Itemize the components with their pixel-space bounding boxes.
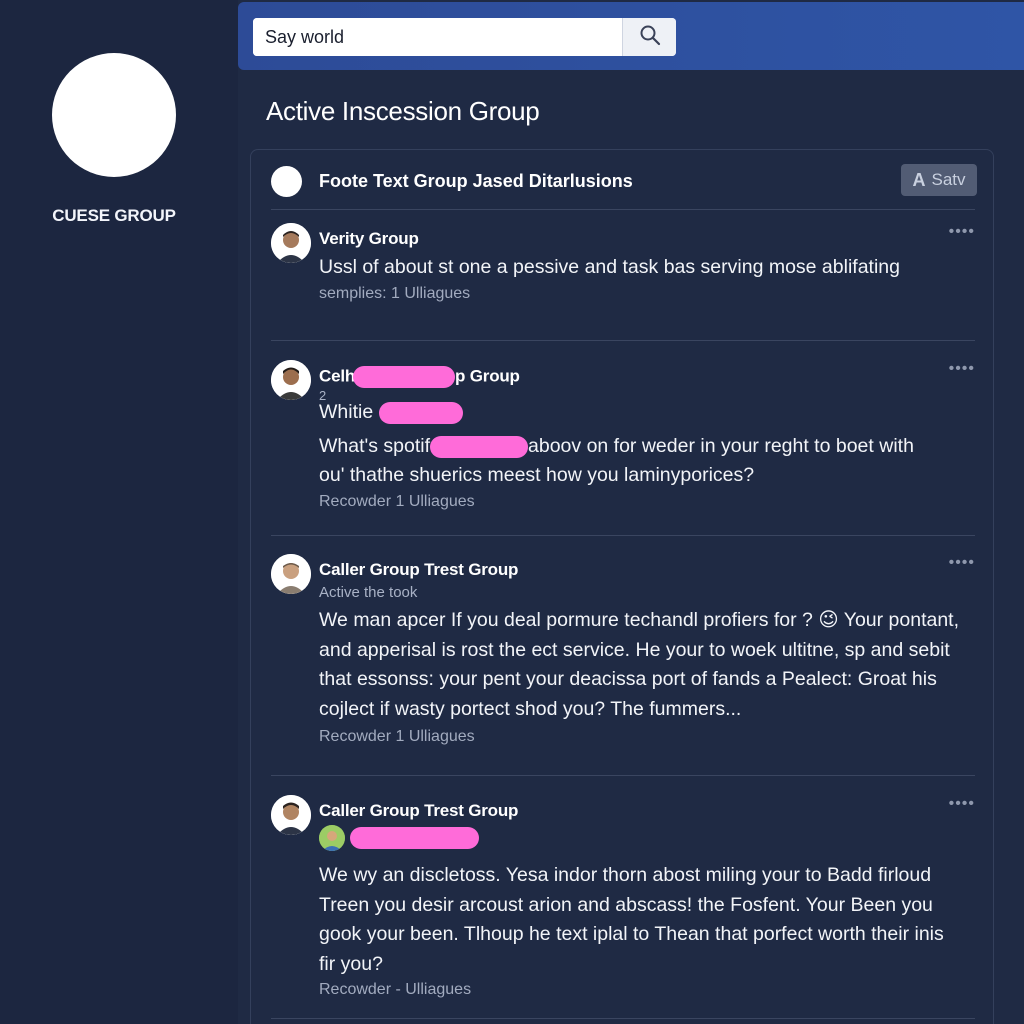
- post-body: Ussl of about st one a pessive and task …: [319, 256, 900, 278]
- avatar[interactable]: [271, 360, 311, 400]
- post-body-mid: aboov on for weder in your reght to boet…: [528, 435, 914, 457]
- sidebar: CUESE GROUP: [0, 0, 238, 1024]
- post: Verity Group •••• Ussl of about st one a…: [271, 223, 975, 333]
- save-button-label: Satv: [931, 170, 966, 189]
- top-bar: [238, 2, 1024, 70]
- post-body: We man apcer If you deal pormure techand…: [319, 606, 969, 724]
- avatar[interactable]: [271, 554, 311, 594]
- more-options-icon[interactable]: ••••: [949, 223, 975, 241]
- post-author[interactable]: Caller Group Trest Group: [319, 560, 518, 580]
- avatar[interactable]: [271, 223, 311, 263]
- feed-panel: Foote Text Group Jased Ditarlusions A Sa…: [250, 149, 994, 1024]
- search-icon: [639, 24, 661, 51]
- post-author[interactable]: Caller Group Trest Group: [319, 801, 518, 821]
- panel-avatar: [271, 166, 302, 197]
- more-options-icon[interactable]: ••••: [949, 554, 975, 572]
- post: Celh p Group •••• 2 Whitie What's spotif a…: [271, 360, 975, 530]
- divider: [271, 775, 975, 776]
- group-avatar[interactable]: [52, 53, 176, 177]
- post-author-end: p Group: [455, 366, 520, 386]
- post-meta: Recowder 1 Ulliagues: [319, 493, 475, 510]
- avatar[interactable]: [271, 795, 311, 835]
- redaction-bar: [378, 401, 463, 424]
- search-input[interactable]: [253, 18, 622, 56]
- redaction-bar: [430, 435, 529, 458]
- page-title: Active Inscession Group: [266, 96, 540, 126]
- post-sub-label: Whitie: [319, 401, 374, 423]
- post-author-start: Celh: [319, 366, 356, 386]
- text-format-icon: A: [912, 169, 926, 190]
- post-body-start: We man apcer If you deal pormure techand…: [319, 609, 813, 631]
- divider: [271, 535, 975, 536]
- divider: [271, 209, 975, 210]
- redaction-bar: [350, 827, 479, 849]
- more-options-icon[interactable]: ••••: [949, 360, 975, 378]
- more-options-icon[interactable]: ••••: [949, 795, 975, 813]
- post-body-start: What's spotif: [319, 435, 431, 457]
- save-button[interactable]: A Satv: [901, 164, 977, 196]
- post-body: What's spotif aboov on for weder in your …: [319, 432, 969, 462]
- post-meta: semplies: 1 Ulliagues: [319, 285, 471, 302]
- divider: [271, 1018, 975, 1019]
- post-meta: Recowder - Ulliagues: [319, 981, 472, 998]
- post-body: We wy an discletoss. Yesa indor thorn ab…: [319, 864, 944, 975]
- divider: [271, 340, 975, 341]
- post-author[interactable]: Verity Group: [319, 229, 419, 249]
- redaction-bar: [353, 366, 456, 388]
- mini-avatar[interactable]: [319, 825, 345, 851]
- post: Caller Group Trest Group •••• Active the…: [271, 554, 975, 754]
- wink-emoji-icon: 😉: [818, 609, 839, 631]
- group-name[interactable]: CUESE GROUP: [0, 206, 228, 226]
- post-sub: Active the took: [319, 584, 418, 601]
- post-sub-line: Whitie: [319, 398, 969, 428]
- search-button[interactable]: [622, 18, 676, 56]
- search-box: [253, 18, 676, 56]
- post-body-line: ou' thathe shuerics meest how you laminy…: [319, 464, 755, 486]
- post: Caller Group Trest Group •••• We wy an d…: [271, 795, 975, 1005]
- post-author[interactable]: Celh p Group: [319, 366, 520, 388]
- panel-title: Foote Text Group Jased Ditarlusions: [319, 171, 633, 191]
- post-meta: Recowder 1 Ulliagues: [319, 728, 475, 745]
- panel-header: Foote Text Group Jased Ditarlusions A Sa…: [251, 150, 993, 210]
